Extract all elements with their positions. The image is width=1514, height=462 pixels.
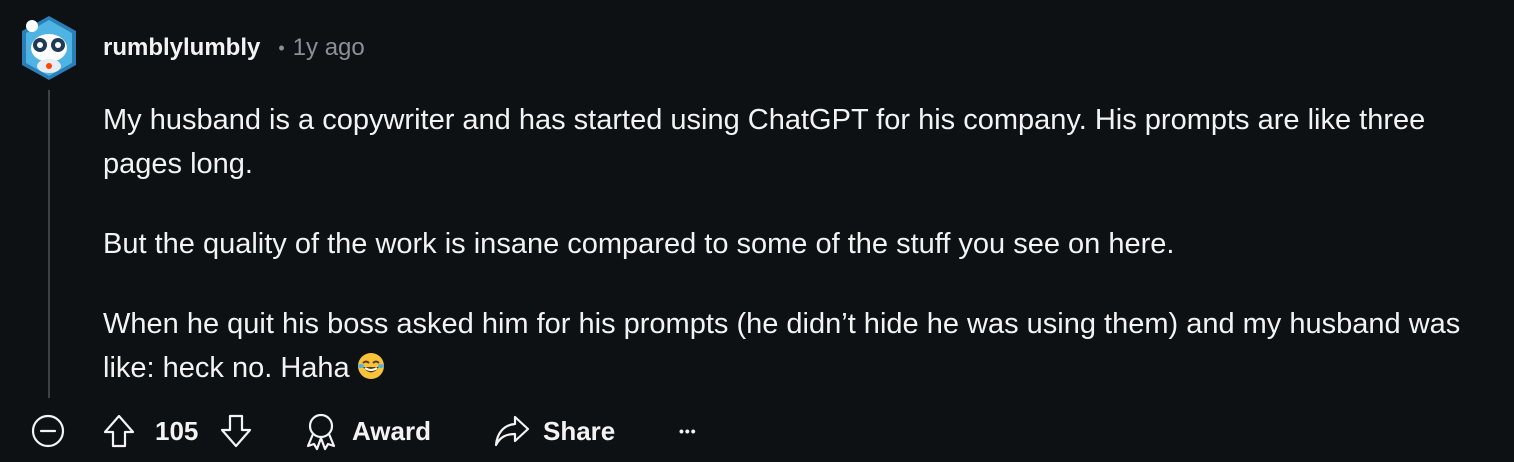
comment-body: My husband is a copywriter and has start… xyxy=(103,98,1493,390)
comment-actions: 105 Award Share ••• xyxy=(0,406,1514,456)
comment-paragraph: But the quality of the work is insane co… xyxy=(103,228,1175,260)
more-options-button[interactable]: ••• xyxy=(679,406,697,456)
comment-paragraph-text: When he quit his boss asked him for his … xyxy=(103,308,1461,384)
upvote-button[interactable] xyxy=(102,406,136,456)
downvote-button[interactable] xyxy=(219,406,253,456)
comment-paragraph: My husband is a copywriter and has start… xyxy=(103,104,1426,180)
comment-paragraph: When he quit his boss asked him for his … xyxy=(103,302,1493,390)
vote-score: 105 xyxy=(155,406,198,456)
collapse-button[interactable] xyxy=(30,406,66,456)
award-button[interactable]: Award xyxy=(302,406,431,456)
thread-line[interactable] xyxy=(48,90,50,398)
upvote-arrow-icon xyxy=(103,414,135,448)
meta-separator: • xyxy=(278,37,285,58)
laughing-emoji-icon xyxy=(357,353,384,379)
comment: rumblylumbly • 1y ago My husband is a co… xyxy=(0,0,1514,462)
share-button[interactable]: Share xyxy=(493,406,615,456)
user-avatar[interactable] xyxy=(18,14,80,82)
award-label: Award xyxy=(352,415,431,446)
username[interactable]: rumblylumbly xyxy=(103,34,260,62)
comment-meta: rumblylumbly • 1y ago xyxy=(103,30,365,66)
downvote-arrow-icon xyxy=(220,414,252,448)
collapse-minus-icon xyxy=(31,414,65,448)
award-icon xyxy=(306,413,336,451)
timestamp[interactable]: 1y ago xyxy=(293,34,365,62)
share-label: Share xyxy=(543,415,616,446)
more-options-icon: ••• xyxy=(679,423,697,439)
score-value: 105 xyxy=(155,415,199,446)
share-arrow-icon xyxy=(494,415,530,447)
